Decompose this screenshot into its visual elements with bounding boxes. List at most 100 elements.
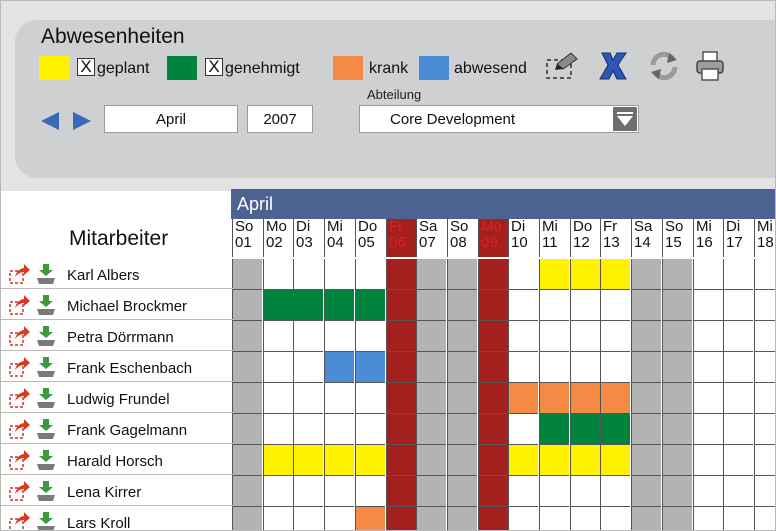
absence-cell-geplant[interactable]	[324, 445, 354, 476]
day-cell[interactable]	[723, 507, 753, 530]
day-cell[interactable]	[693, 383, 723, 414]
edit-arrow-icon[interactable]	[9, 418, 31, 440]
employee-row[interactable]: Lars Kroll	[1, 507, 233, 531]
day-cell[interactable]	[293, 414, 323, 445]
day-cell[interactable]	[232, 290, 262, 321]
employee-row[interactable]: Harald Horsch	[1, 445, 233, 475]
day-cell[interactable]	[570, 352, 600, 383]
absence-cell-geplant[interactable]	[508, 445, 538, 476]
day-cell[interactable]	[386, 476, 416, 507]
day-cell[interactable]	[662, 352, 692, 383]
day-cell[interactable]	[723, 321, 753, 352]
employee-name[interactable]: Michael Brockmer	[67, 298, 187, 315]
legend-checkbox-geplant[interactable]: X	[77, 58, 95, 76]
day-cell[interactable]	[478, 321, 508, 352]
day-cell[interactable]	[263, 352, 293, 383]
day-cell[interactable]	[693, 414, 723, 445]
day-cell[interactable]	[355, 259, 385, 290]
legend-swatch-krank[interactable]	[333, 56, 363, 80]
day-cell[interactable]	[754, 383, 775, 414]
day-cell[interactable]	[754, 352, 775, 383]
day-cell[interactable]	[386, 414, 416, 445]
download-tray-icon[interactable]	[35, 418, 57, 440]
day-cell[interactable]	[447, 352, 477, 383]
day-cell[interactable]	[386, 507, 416, 530]
day-cell[interactable]	[324, 414, 354, 445]
day-cell[interactable]	[570, 321, 600, 352]
day-cell[interactable]	[263, 321, 293, 352]
day-cell[interactable]	[263, 507, 293, 530]
day-cell[interactable]	[416, 476, 446, 507]
employee-name[interactable]: Ludwig Frundel	[67, 391, 170, 408]
edit-arrow-icon[interactable]	[9, 511, 31, 531]
absence-cell-krank[interactable]	[600, 383, 630, 414]
download-tray-icon[interactable]	[35, 511, 57, 531]
day-cell[interactable]	[232, 352, 262, 383]
day-cell[interactable]	[723, 445, 753, 476]
day-cell[interactable]	[386, 290, 416, 321]
day-cell[interactable]	[416, 445, 446, 476]
day-cell[interactable]	[631, 445, 661, 476]
day-cell[interactable]	[662, 414, 692, 445]
employee-name[interactable]: Petra Dörrmann	[67, 329, 174, 346]
day-cell[interactable]	[478, 445, 508, 476]
download-tray-icon[interactable]	[35, 294, 57, 316]
day-cell[interactable]	[447, 476, 477, 507]
absence-cell-genehmigt[interactable]	[570, 414, 600, 445]
day-cell[interactable]	[723, 259, 753, 290]
day-cell[interactable]	[508, 352, 538, 383]
day-cell[interactable]	[386, 445, 416, 476]
day-cell[interactable]	[539, 476, 569, 507]
day-cell[interactable]	[539, 321, 569, 352]
day-cell[interactable]	[416, 352, 446, 383]
day-cell[interactable]	[508, 476, 538, 507]
day-cell[interactable]	[723, 352, 753, 383]
download-tray-icon[interactable]	[35, 449, 57, 471]
day-cell[interactable]	[232, 414, 262, 445]
day-cell[interactable]	[631, 414, 661, 445]
day-cell[interactable]	[263, 383, 293, 414]
download-tray-icon[interactable]	[35, 480, 57, 502]
department-select[interactable]: Core Development	[359, 105, 639, 133]
day-cell[interactable]	[447, 383, 477, 414]
day-cell[interactable]	[723, 383, 753, 414]
day-cell[interactable]	[693, 259, 723, 290]
absence-cell-abwesend[interactable]	[324, 352, 354, 383]
absence-cell-krank[interactable]	[570, 383, 600, 414]
day-cell[interactable]	[662, 290, 692, 321]
legend-checkbox-genehmigt[interactable]: X	[205, 58, 223, 76]
edit-arrow-icon[interactable]	[9, 480, 31, 502]
day-cell[interactable]	[662, 476, 692, 507]
day-cell[interactable]	[447, 259, 477, 290]
day-cell[interactable]	[600, 352, 630, 383]
day-cell[interactable]	[324, 383, 354, 414]
day-cell[interactable]	[754, 507, 775, 530]
absence-cell-geplant[interactable]	[600, 445, 630, 476]
day-cell[interactable]	[631, 383, 661, 414]
day-cell[interactable]	[693, 352, 723, 383]
day-cell[interactable]	[232, 476, 262, 507]
employee-name[interactable]: Frank Eschenbach	[67, 360, 192, 377]
day-cell[interactable]	[693, 321, 723, 352]
day-cell[interactable]	[723, 290, 753, 321]
day-cell[interactable]	[478, 476, 508, 507]
day-cell[interactable]	[416, 414, 446, 445]
day-cell[interactable]	[600, 507, 630, 530]
absence-cell-geplant[interactable]	[293, 445, 323, 476]
day-cell[interactable]	[662, 259, 692, 290]
download-tray-icon[interactable]	[35, 263, 57, 285]
absence-cell-abwesend[interactable]	[355, 352, 385, 383]
absence-cell-krank[interactable]	[508, 383, 538, 414]
absence-cell-genehmigt[interactable]	[355, 290, 385, 321]
day-cell[interactable]	[662, 507, 692, 530]
select-rect-icon[interactable]	[545, 49, 579, 83]
day-cell[interactable]	[570, 290, 600, 321]
absence-cell-krank[interactable]	[355, 507, 385, 530]
day-cell[interactable]	[539, 507, 569, 530]
day-cell[interactable]	[508, 321, 538, 352]
day-cell[interactable]	[508, 414, 538, 445]
day-cell[interactable]	[478, 352, 508, 383]
day-cell[interactable]	[355, 414, 385, 445]
absence-cell-geplant[interactable]	[570, 259, 600, 290]
day-cell[interactable]	[754, 445, 775, 476]
